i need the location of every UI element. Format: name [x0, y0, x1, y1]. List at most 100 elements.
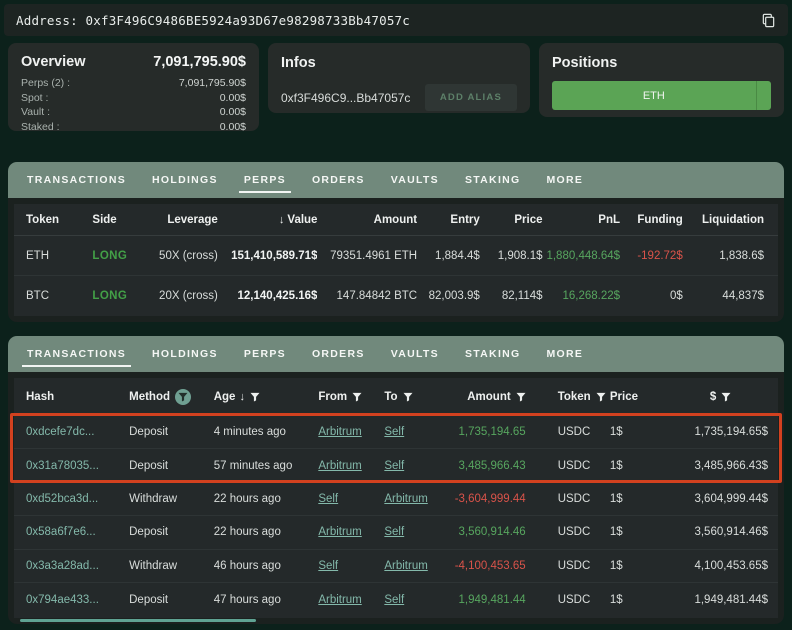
col-header-from[interactable]: From — [318, 391, 384, 403]
col-header-method[interactable]: Method — [129, 389, 214, 405]
tx-hash-link[interactable]: 0x794ae433... — [26, 594, 99, 606]
tab-perps[interactable]: PERPS — [231, 162, 299, 198]
filter-icon[interactable] — [352, 392, 362, 402]
position-segment-label: ETH — [643, 90, 665, 102]
tx-hash-link[interactable]: 0xdcefe7dc... — [26, 426, 94, 438]
col-header-liquidation[interactable]: Liquidation — [683, 214, 764, 226]
tx-from-link[interactable]: Arbitrum — [318, 526, 361, 538]
overview-row: Vault : 0.00$ — [21, 105, 246, 120]
tx-to-link[interactable]: Self — [384, 526, 404, 538]
tab-holdings[interactable]: HOLDINGS — [139, 336, 231, 372]
perps-amount: 79351.4961 ETH — [317, 250, 417, 262]
tx-from-link[interactable]: Arbitrum — [318, 460, 361, 472]
tx-hash-link[interactable]: 0x31a78035... — [26, 460, 99, 472]
tx-age: 22 hours ago — [214, 493, 319, 505]
tx-amount: 1,949,481.44 — [447, 594, 536, 606]
tx-to-link[interactable]: Self — [384, 426, 404, 438]
transactions-tablewrap: Hash Method Age ↓ From To Amount Token — [8, 372, 784, 624]
tx-age: 47 hours ago — [214, 594, 319, 606]
tab-label: ORDERS — [312, 174, 365, 186]
col-header-leverage[interactable]: Leverage — [155, 214, 218, 226]
transaction-row: 0x31a78035... Deposit 57 minutes ago Arb… — [14, 449, 778, 482]
tab-vaults[interactable]: VAULTS — [378, 336, 452, 372]
tx-method: Deposit — [129, 594, 214, 606]
perps-table: Token Side Leverage ↓ Value Amount Entry… — [14, 204, 778, 316]
tx-method: Withdraw — [129, 560, 214, 572]
tx-price: 1$ — [610, 560, 662, 572]
filter-icon[interactable] — [175, 389, 191, 405]
col-header-age[interactable]: Age ↓ — [214, 391, 319, 403]
col-header-token[interactable]: Token — [536, 391, 610, 403]
tab-orders[interactable]: ORDERS — [299, 336, 378, 372]
tab-staking[interactable]: STAKING — [452, 336, 534, 372]
tab-label: STAKING — [465, 174, 521, 186]
column-header-label: Age — [214, 391, 236, 403]
tx-usd-value: 1,949,481.44$ — [662, 594, 768, 606]
tab-more[interactable]: MORE — [534, 336, 597, 372]
wallet-address: Address: 0xf3F496C9486BE5924a93D67e98298… — [16, 13, 410, 28]
tx-to-link[interactable]: Self — [384, 460, 404, 472]
col-header-amount[interactable]: Amount — [447, 391, 536, 403]
tx-to-link[interactable]: Arbitrum — [384, 560, 427, 572]
filter-icon[interactable] — [596, 392, 606, 402]
copy-icon[interactable] — [761, 13, 776, 28]
tx-from-link[interactable]: Self — [318, 493, 338, 505]
tx-usd-value: 3,560,914.46$ — [662, 526, 768, 538]
short-address: 0xf3F496C9...Bb47057c — [281, 91, 410, 105]
col-header-amount[interactable]: Amount — [317, 214, 417, 226]
tab-label: HOLDINGS — [152, 348, 218, 360]
tx-from-link[interactable]: Self — [318, 560, 338, 572]
tab-orders[interactable]: ORDERS — [299, 162, 378, 198]
tx-amount: 3,485,966.43 — [447, 460, 536, 472]
position-segment-eth[interactable]: ETH — [552, 81, 756, 110]
tab-holdings[interactable]: HOLDINGS — [139, 162, 231, 198]
tx-hash-link[interactable]: 0xd52bca3d... — [26, 493, 98, 505]
col-header-hash[interactable]: Hash — [26, 391, 129, 403]
tab-more[interactable]: MORE — [534, 162, 597, 198]
col-header-price[interactable]: Price — [610, 391, 662, 403]
perps-pnl: 16,268.22$ — [543, 290, 620, 302]
overview-total: 7,091,795.90$ — [153, 54, 246, 70]
positions-bar: ETH — [552, 81, 771, 110]
add-alias-button[interactable]: ADD ALIAS — [425, 84, 517, 111]
perps-pnl: 1,880,448.64$ — [543, 250, 620, 262]
tx-usd-value: 3,604,999.44$ — [662, 493, 768, 505]
filter-icon[interactable] — [250, 392, 260, 402]
tx-hash-link[interactable]: 0x3a3a28ad... — [26, 560, 99, 572]
col-header-usd[interactable]: $ — [662, 391, 768, 403]
tx-to-link[interactable]: Self — [384, 594, 404, 606]
overview-row: Staked : 0.00$ — [21, 120, 246, 135]
perps-entry: 1,884.4$ — [417, 250, 480, 262]
perps-row: BTC LONG 20X (cross) 12,140,425.16$ 147.… — [14, 276, 778, 316]
col-header-pnl[interactable]: PnL — [543, 214, 620, 226]
col-header-token[interactable]: Token — [26, 214, 92, 226]
tab-transactions[interactable]: TRANSACTIONS — [14, 336, 139, 372]
tx-usd-value: 1,735,194.65$ — [662, 426, 768, 438]
col-header-value[interactable]: ↓ Value — [218, 214, 318, 226]
col-header-entry[interactable]: Entry — [417, 214, 480, 226]
transaction-row: 0x58a6f7e6... Deposit 22 hours ago Arbit… — [14, 516, 778, 549]
position-segment-other[interactable] — [756, 81, 771, 110]
tx-to-link[interactable]: Arbitrum — [384, 493, 427, 505]
tx-age: 22 hours ago — [214, 526, 319, 538]
col-header-price[interactable]: Price — [480, 214, 543, 226]
filter-icon[interactable] — [516, 392, 526, 402]
tx-from-link[interactable]: Arbitrum — [318, 426, 361, 438]
tx-method: Deposit — [129, 526, 214, 538]
overview-title: Overview — [21, 54, 86, 70]
tab-transactions[interactable]: TRANSACTIONS — [14, 162, 139, 198]
tab-perps[interactable]: PERPS — [231, 336, 299, 372]
horizontal-scrollbar-thumb[interactable] — [20, 619, 256, 622]
tab-vaults[interactable]: VAULTS — [378, 162, 452, 198]
col-header-to[interactable]: To — [384, 391, 446, 403]
sort-desc-icon[interactable]: ↓ — [239, 391, 245, 403]
tx-from-link[interactable]: Arbitrum — [318, 594, 361, 606]
tab-label: VAULTS — [391, 348, 439, 360]
perps-side: LONG — [92, 250, 155, 262]
col-header-funding[interactable]: Funding — [620, 214, 683, 226]
tab-staking[interactable]: STAKING — [452, 162, 534, 198]
tx-hash-link[interactable]: 0x58a6f7e6... — [26, 526, 96, 538]
col-header-side[interactable]: Side — [92, 214, 155, 226]
filter-icon[interactable] — [721, 392, 731, 402]
filter-icon[interactable] — [403, 392, 413, 402]
